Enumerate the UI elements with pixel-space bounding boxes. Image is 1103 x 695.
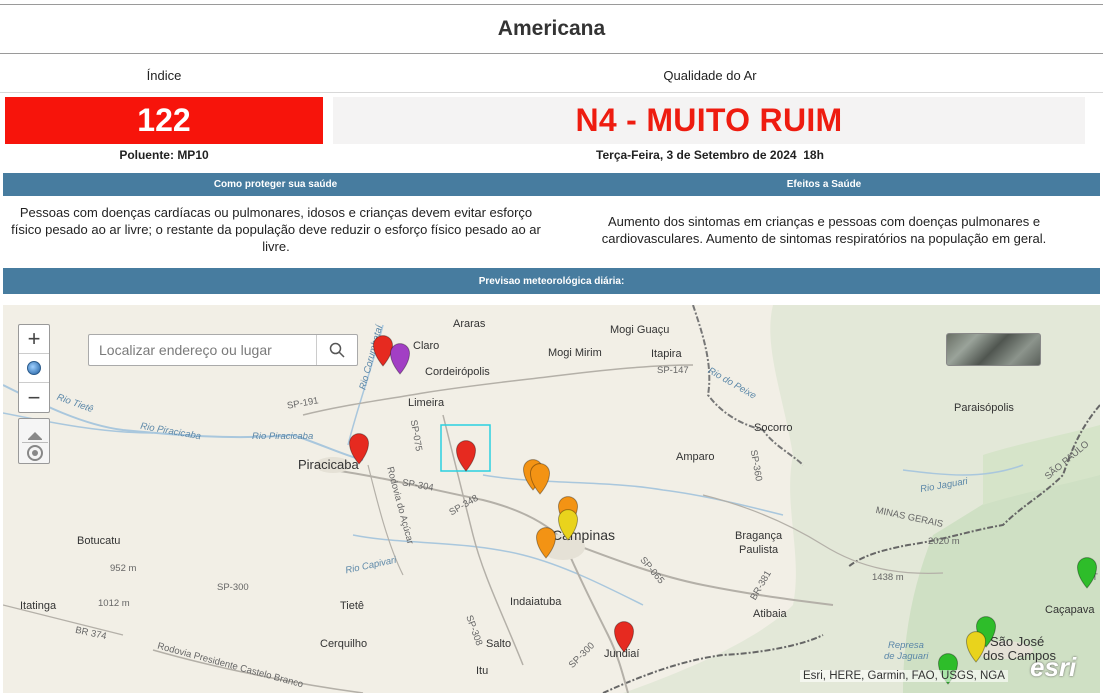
map-label-elev-1012: 1012 m — [98, 598, 130, 609]
map-label-araras: Araras — [453, 318, 486, 330]
map-attribution: Esri, HERE, Garmin, FAO, USGS, NGA — [800, 670, 1008, 682]
health-effects-header: Efeitos a Saúde — [786, 179, 862, 190]
map-label-de-jaguari: de Jaguari — [884, 651, 929, 662]
home-locate-control — [18, 418, 50, 464]
air-quality-level: N4 - MUITO RUIM — [575, 102, 843, 138]
map-label-jundiai: Jundiaí — [604, 648, 640, 660]
station-title: Americana — [497, 17, 606, 40]
map-label-tiete: Tietê — [340, 600, 365, 612]
map-label-itatinga: Itatinga — [20, 600, 57, 612]
map-label-itapira: Itapira — [651, 348, 682, 360]
address-search — [88, 334, 358, 366]
default-extent-button[interactable] — [19, 354, 49, 383]
map-label-sp300: SP-300 — [217, 582, 249, 593]
map-label-cerquilho: Cerquilho — [320, 638, 368, 650]
aqi-index-value: 122 — [137, 102, 191, 138]
map-label-salto: Salto — [486, 638, 512, 650]
station-title-bar: Americana — [0, 4, 1103, 54]
zoom-control: + − — [18, 324, 50, 413]
map-label-cordeiropolis: Cordeirópolis — [425, 366, 490, 378]
esri-logo: esri — [1030, 652, 1077, 682]
map-label-braganca: Bragança — [735, 530, 783, 542]
search-icon — [329, 342, 345, 358]
page: Americana Índice Qualidade do Ar 122 N4 … — [0, 0, 1103, 695]
map-label-mogi-mirim: Mogi Mirim — [548, 347, 602, 359]
map-label-claro: Claro — [413, 340, 440, 352]
map-label-atibaia: Atibaia — [753, 608, 787, 620]
map-label-sp147: SP-147 — [657, 365, 689, 376]
protect-health-text: Pessoas com doenças cardíacas ou pulmona… — [11, 205, 541, 254]
index-column-header: Índice — [146, 68, 182, 83]
map-label-amparo: Amparo — [676, 451, 715, 463]
map-label-sao-jose: São José — [990, 634, 1045, 649]
health-effects-text: Aumento dos sintomas em crianças e pesso… — [601, 214, 1047, 246]
map-label-botucatu: Botucatu — [77, 535, 121, 547]
health-section-header-bar: Como proteger sua saúde Efeitos a Saúde — [3, 173, 1100, 196]
map-label-braganca-paulista: Paulista — [739, 544, 779, 556]
quality-column-header: Qualidade do Ar — [663, 68, 757, 83]
map-label-represa: Represa — [888, 640, 924, 651]
protect-health-header: Como proteger sua saúde — [213, 179, 338, 190]
map-label-itu: Itu — [476, 665, 489, 677]
zoom-in-button[interactable]: + — [19, 325, 49, 354]
forecast-datetime: Terça-Feira, 3 de Setembro de 2024 18h — [596, 148, 824, 162]
pollutant-label: Poluente: MP10 — [119, 148, 209, 162]
forecast-header: Previsao meteorológica diária: — [478, 275, 625, 287]
home-locate-icons[interactable] — [19, 419, 51, 465]
zoom-out-button[interactable]: − — [19, 383, 49, 412]
map-label-indaiatuba: Indaiatuba — [510, 596, 562, 608]
home-icon — [28, 432, 42, 440]
map-label-campinas: Campinas — [552, 527, 616, 543]
map-label-rio-piracicaba-2: Rio Piracicaba — [252, 431, 314, 442]
map-label-elev-2020: 2020 m — [928, 536, 960, 547]
basemap-toggle-button[interactable] — [946, 333, 1041, 366]
header-divider — [0, 92, 1103, 93]
map-label-cacapava: Caçapava — [1045, 604, 1095, 616]
map-label-mogi-guacu: Mogi Guaçu — [610, 324, 670, 336]
map-label-t: T — [1092, 572, 1098, 583]
map-label-socorro: Socorro — [754, 422, 793, 434]
map-label-elev-1438: 1438 m — [872, 572, 904, 583]
globe-icon — [27, 361, 41, 375]
search-button[interactable] — [316, 335, 357, 365]
forecast-header-bar: Previsao meteorológica diária: — [3, 268, 1100, 294]
address-search-input[interactable] — [89, 335, 316, 365]
map-label-limeira: Limeira — [408, 397, 445, 409]
air-quality-box: N4 - MUITO RUIM — [333, 97, 1085, 144]
map-label-paraisopolis: Paraisópolis — [954, 402, 1014, 414]
map-label-piracicaba: Piracicaba — [298, 457, 359, 472]
map-label-elev-952: 952 m — [110, 563, 137, 574]
aqi-index-box: 122 — [5, 97, 323, 144]
